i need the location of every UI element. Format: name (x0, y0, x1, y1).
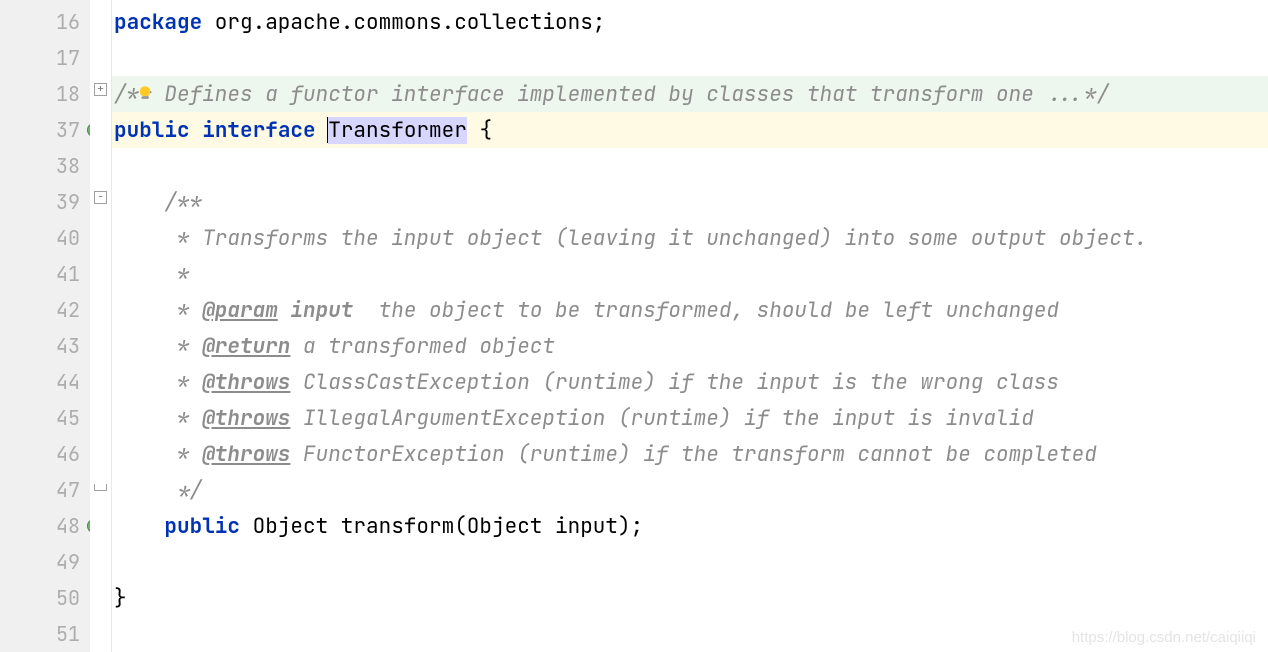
watermark-text: https://blog.csdn.net/caiqiiqi (1072, 629, 1256, 646)
fold-collapse-icon[interactable]: − (94, 191, 107, 204)
fold-column: + − (90, 0, 112, 652)
line-number-gutter: 16 17 18 37 I ↓ 38 39 40 41 42 43 44 45 … (0, 0, 90, 652)
line-number: 50 (0, 580, 90, 616)
intention-bulb-icon[interactable] (136, 82, 154, 100)
code-area[interactable]: package org.apache.commons.collections; … (112, 0, 1268, 652)
fold-end-icon[interactable] (94, 484, 107, 491)
code-editor[interactable]: 16 17 18 37 I ↓ 38 39 40 41 42 43 44 45 … (0, 0, 1268, 652)
line-number: 17 (0, 40, 90, 76)
line-number: 46 (0, 436, 90, 472)
code-line[interactable]: } (112, 580, 1268, 616)
line-number: 47 (0, 472, 90, 508)
line-number: 37 I ↓ (0, 112, 90, 148)
code-line[interactable]: * (112, 256, 1268, 292)
line-number: 39 (0, 184, 90, 220)
code-line[interactable]: /** Defines a functor interface implemen… (112, 76, 1268, 112)
code-line[interactable] (112, 544, 1268, 580)
code-line[interactable] (112, 40, 1268, 76)
line-number: 42 (0, 292, 90, 328)
line-number: 49 (0, 544, 90, 580)
code-line[interactable] (112, 148, 1268, 184)
line-number: 40 (0, 220, 90, 256)
code-line[interactable]: * @param input the object to be transfor… (112, 292, 1268, 328)
line-number: 51 (0, 616, 90, 652)
code-line[interactable]: * @throws FunctorException (runtime) if … (112, 436, 1268, 472)
code-line[interactable]: */ (112, 472, 1268, 508)
line-number: 43 (0, 328, 90, 364)
code-line[interactable]: * @throws ClassCastException (runtime) i… (112, 364, 1268, 400)
line-number: 45 (0, 400, 90, 436)
code-line[interactable]: * @return a transformed object (112, 328, 1268, 364)
line-number: 18 (0, 76, 90, 112)
line-number: 41 (0, 256, 90, 292)
line-number: 44 (0, 364, 90, 400)
code-line[interactable]: * Transforms the input object (leaving i… (112, 220, 1268, 256)
code-line-current[interactable]: public interface Transformer { (112, 112, 1268, 148)
line-number: 38 (0, 148, 90, 184)
line-number: 48 I ↓ (0, 508, 90, 544)
code-line[interactable]: package org.apache.commons.collections; (112, 4, 1268, 40)
code-line[interactable]: /** (112, 184, 1268, 220)
line-number: 16 (0, 4, 90, 40)
code-line[interactable]: * @throws IllegalArgumentException (runt… (112, 400, 1268, 436)
code-line[interactable]: public Object transform(Object input); (112, 508, 1268, 544)
fold-expand-icon[interactable]: + (94, 83, 107, 96)
